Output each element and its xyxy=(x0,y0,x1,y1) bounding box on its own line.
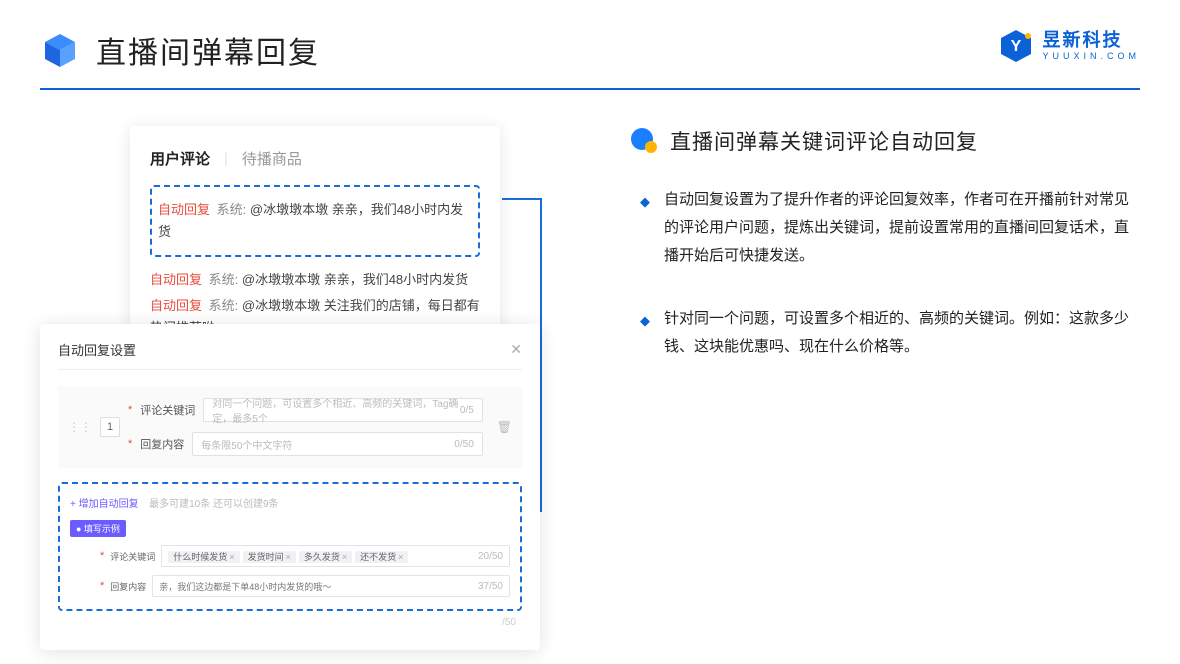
reply-counter: 0/50 xyxy=(454,439,473,450)
brand-name: 昱新科技 xyxy=(1042,31,1140,49)
brand-logo: Y 昱新科技 YUUXIN.COM xyxy=(998,28,1140,64)
required-dot: * xyxy=(128,404,132,416)
example-reply-label: 回复内容 xyxy=(110,580,146,593)
keyword-chip: 什么时候发货× xyxy=(168,551,239,563)
keyword-input[interactable]: 对同一个问题，可设置多个相近、高频的关键词，Tag确定，最多5个 0/5 xyxy=(203,398,482,422)
keyword-chip: 还不发货× xyxy=(355,551,408,563)
setting-block: ⋮⋮ 1 * 评论关键词 对同一个问题，可设置多个相近、高频的关键词，Tag确定… xyxy=(58,386,522,468)
example-chips: 什么时候发货× 发货时间×多久发货×还不发货× xyxy=(168,550,411,563)
bullet-item: ◆自动回复设置为了提升作者的评论回复效率，作者可在开播前针对常见的评论用户问题，… xyxy=(640,186,1140,269)
system-label: 系统: xyxy=(209,272,239,287)
chat-bubble-icon xyxy=(630,127,658,155)
diamond-icon: ◆ xyxy=(640,190,650,269)
add-reply-link[interactable]: + 增加自动回复 xyxy=(70,499,139,510)
delete-icon[interactable]: 🗑 xyxy=(497,420,512,434)
example-reply-text: 亲，我们这边都是下单48小时内发货的哦～ xyxy=(159,580,331,593)
reply-label: 回复内容 xyxy=(140,436,184,452)
reply-input[interactable]: 每条限50个中文字符 0/50 xyxy=(192,432,482,456)
bullet-list: ◆自动回复设置为了提升作者的评论回复效率，作者可在开播前针对常见的评论用户问题，… xyxy=(630,186,1140,361)
outer-counter: /50 xyxy=(58,617,522,628)
diamond-icon: ◆ xyxy=(640,309,650,361)
tab-pending-goods[interactable]: 待播商品 xyxy=(242,148,302,169)
keyword-chip: 发货时间× xyxy=(243,551,296,563)
auto-reply-tag: 自动回复 xyxy=(158,202,210,217)
auto-reply-settings-panel: 自动回复设置 ✕ ⋮⋮ 1 * 评论关键词 对同一个问题，可设置多个相近、高频的… xyxy=(40,324,540,650)
brand-subtitle: YUUXIN.COM xyxy=(1042,51,1140,61)
keyword-chip: 多久发货× xyxy=(299,551,352,563)
tab-separator: | xyxy=(224,150,228,167)
keyword-label: 评论关键词 xyxy=(140,402,195,418)
example-highlight: + 增加自动回复 最多可建10条 还可以创建9条 ● 填写示例 * 评论关键词 … xyxy=(58,482,522,611)
system-label: 系统: xyxy=(209,298,239,313)
required-dot: * xyxy=(100,550,104,562)
section-title: 直播间弹幕关键词评论自动回复 xyxy=(670,126,978,156)
bullet-text: 针对同一个问题，可设置多个相近的、高频的关键词。例如：这款多少钱、这块能优惠吗、… xyxy=(664,305,1140,361)
example-reply-box: 亲，我们这边都是下单48小时内发货的哦～ 37/50 xyxy=(152,575,510,597)
example-badge: ● 填写示例 xyxy=(70,520,126,537)
bullet-item: ◆ 针对同一个问题，可设置多个相近的、高频的关键词。例如：这款多少钱、这块能优惠吗… xyxy=(640,305,1140,361)
bullet-text: 自动回复设置为了提升作者的评论回复效率，作者可在开播前针对常见的评论用户问题，提… xyxy=(664,186,1140,269)
required-dot: * xyxy=(128,438,132,450)
keyword-placeholder: 对同一个问题，可设置多个相近、高频的关键词，Tag确定，最多5个 xyxy=(212,395,460,425)
drag-handle-icon[interactable]: ⋮⋮ xyxy=(68,420,92,434)
example-keyword-label: 评论关键词 xyxy=(110,550,155,563)
reply-placeholder: 每条限50个中文字符 xyxy=(201,437,292,452)
example-keyword-counter: 20/50 xyxy=(478,551,503,562)
page-title: 直播间弹幕回复 xyxy=(96,28,320,72)
auto-reply-tag: 自动回复 xyxy=(150,298,202,313)
comment-text: @冰墩墩本墩 亲亲，我们48小时内发货 xyxy=(242,272,468,287)
example-reply-counter: 37/50 xyxy=(478,581,503,592)
cube-icon xyxy=(40,30,80,70)
system-label: 系统: xyxy=(217,202,247,217)
tab-user-comments[interactable]: 用户评论 xyxy=(150,148,210,169)
highlighted-comment: 自动回复 系统: @冰墩墩本墩 亲亲，我们48小时内发货 xyxy=(150,185,480,257)
example-keyword-box: 什么时候发货× 发货时间×多久发货×还不发货× 20/50 xyxy=(161,545,510,567)
settings-title: 自动回复设置 xyxy=(58,340,136,359)
close-icon[interactable]: ✕ xyxy=(510,341,522,358)
add-reply-note: 最多可建10条 还可以创建9条 xyxy=(149,499,278,510)
keyword-counter: 0/5 xyxy=(460,405,474,416)
required-dot: * xyxy=(100,580,104,592)
svg-text:Y: Y xyxy=(1011,38,1022,55)
auto-reply-tag: 自动回复 xyxy=(150,272,202,287)
index-box: 1 xyxy=(100,417,120,437)
